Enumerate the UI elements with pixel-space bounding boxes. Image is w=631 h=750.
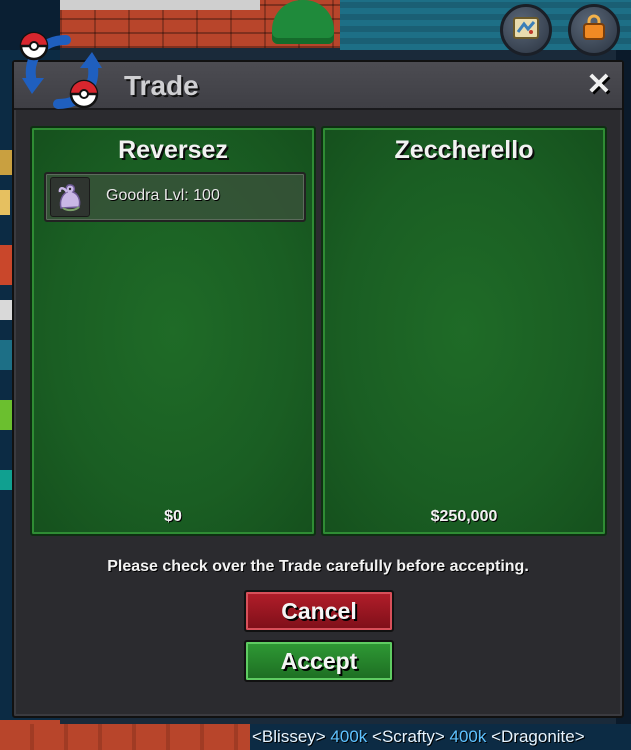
world-tile (0, 470, 12, 490)
trade-offer-item[interactable]: Goodra Lvl: 100 (44, 172, 306, 222)
world-tile (0, 190, 10, 215)
chat-ticker: <Blissey> 400k <Scrafty> 400k <Dragonite… (252, 724, 631, 750)
left-trader-name: Reversez (118, 136, 228, 164)
goodra-sprite-icon (50, 177, 90, 217)
roof-edge-tile (60, 0, 260, 10)
world-tile (0, 400, 12, 430)
ticker-segment: <Scrafty> (372, 727, 445, 746)
trade-panel-right: Zeccherello $250,000 (321, 126, 607, 536)
ticker-segment: <Blissey> (252, 727, 326, 746)
trade-panel-left: Reversez Goodra Lvl: 100 $0 (30, 126, 316, 536)
trade-arrows-icon (14, 28, 110, 118)
ticker-segment: <Dragonite> (491, 727, 585, 746)
world-tile (0, 245, 12, 285)
right-trader-name: Zeccherello (394, 136, 534, 164)
cancel-button[interactable]: Cancel (244, 590, 394, 632)
map-button[interactable] (500, 4, 552, 56)
trade-notice-text: Please check over the Trade carefully be… (107, 558, 529, 575)
ticker-segment: 400k (444, 727, 492, 746)
close-button[interactable]: ✕ (582, 68, 616, 102)
world-tile (0, 340, 12, 370)
ticker-segment: 400k (325, 727, 373, 746)
world-tile (0, 300, 12, 320)
left-trader-money: $0 (164, 508, 182, 525)
right-trader-money: $250,000 (430, 508, 498, 525)
window-title: Trade (124, 70, 199, 101)
map-icon (511, 14, 541, 47)
trade-window: Trade ✕ Reversez Goodra Lvl: 100 $0 Zecc… (12, 60, 624, 718)
pokemon-name-level: Goodra Lvl: 100 (106, 187, 220, 204)
accept-button[interactable]: Accept (244, 640, 394, 682)
world-tile (0, 150, 12, 175)
shop-bag-icon (579, 13, 609, 48)
brick-floor-tiles (0, 724, 250, 750)
shop-button[interactable] (568, 4, 620, 56)
